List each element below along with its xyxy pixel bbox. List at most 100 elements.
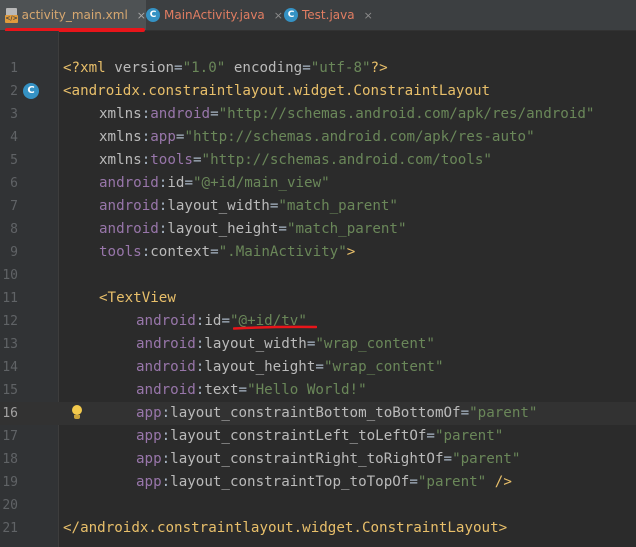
code-line[interactable]: 8 android:layout_height="match_parent" (0, 218, 636, 241)
code-token: xmlns (99, 106, 142, 122)
code-text[interactable]: xmlns:app="http://schemas.android.com/ap… (63, 126, 535, 149)
code-token: <?xml (63, 60, 115, 76)
code-line[interactable]: 2 <androidx.constraintlayout.widget.Const… (0, 80, 636, 103)
code-line[interactable]: 15 android:text="Hello World!" (0, 379, 636, 402)
line-number: 1 (10, 61, 18, 76)
code-token: tools (150, 152, 193, 168)
code-line[interactable]: 9 tools:context=".MainActivity"> (0, 241, 636, 264)
code-token: = (192, 152, 202, 168)
code-token: layout_height (204, 359, 316, 375)
code-text[interactable]: android:layout_height="wrap_content" (63, 356, 444, 379)
line-number: 18 (2, 452, 18, 467)
code-line[interactable]: 4 xmlns:app="http://schemas.android.com/a… (0, 126, 636, 149)
code-line[interactable]: 10 (0, 264, 636, 287)
code-text[interactable]: app:layout_constraintLeft_toLeftOf="pare… (63, 425, 503, 448)
code-token: "@+id/main_view" (192, 175, 330, 191)
lightbulb-icon[interactable] (71, 405, 83, 421)
line-number: 16 (2, 406, 18, 421)
code-text[interactable]: android:layout_width="match_parent" (63, 195, 398, 218)
code-token: android (136, 313, 196, 329)
line-number: 8 (10, 222, 18, 237)
code-text[interactable]: android:text="Hello World!" (63, 379, 367, 402)
code-line[interactable]: 14 android:layout_height="wrap_content" (0, 356, 636, 379)
code-token: text (204, 382, 239, 398)
code-token: </androidx.constraintlayout.widget.Const… (63, 520, 508, 536)
code-token: /> (486, 474, 512, 490)
code-token: android (136, 382, 196, 398)
code-text[interactable]: </androidx.constraintlayout.widget.Const… (63, 517, 507, 540)
tab-test-java[interactable]: C Test.java × (284, 0, 373, 30)
code-token: : (141, 129, 151, 145)
line-number: 2 (10, 84, 18, 99)
code-line[interactable]: 21 </androidx.constraintlayout.widget.Con… (0, 517, 636, 540)
code-token: "match_parent" (278, 198, 398, 214)
tab-activity-main-xml[interactable]: </> activity_main.xml × (0, 0, 146, 30)
code-text[interactable]: android:layout_height="match_parent" (63, 218, 407, 241)
code-text[interactable]: xmlns:android="http://schemas.android.co… (63, 103, 594, 126)
code-text[interactable]: xmlns:tools="http://schemas.android.com/… (63, 149, 492, 172)
line-number: 5 (10, 153, 18, 168)
line-number: 4 (10, 130, 18, 145)
code-text[interactable]: android:layout_width="wrap_content" (63, 333, 435, 356)
code-text[interactable]: tools:context=".MainActivity"> (63, 241, 355, 264)
code-token: = (184, 175, 193, 191)
line-number: 15 (2, 383, 18, 398)
line-number: 14 (2, 360, 18, 375)
code-token: "parent" (417, 474, 487, 490)
code-token: version (114, 60, 175, 76)
close-icon[interactable]: × (364, 9, 373, 22)
code-line[interactable]: 19 app:layout_constraintTop_toTopOf="pare… (0, 471, 636, 494)
code-token: = (278, 221, 287, 237)
code-text[interactable]: <androidx.constraintlayout.widget.Constr… (63, 80, 490, 103)
code-token: "match_parent" (286, 221, 407, 237)
line-number: 13 (2, 337, 18, 352)
code-line[interactable]: 5 xmlns:tools="http://schemas.android.com… (0, 149, 636, 172)
code-text[interactable]: app:layout_constraintRight_toRightOf="pa… (63, 448, 520, 471)
code-token: "utf-8" (310, 60, 371, 76)
code-line[interactable]: 13 android:layout_width="wrap_content" (0, 333, 636, 356)
code-token: = (315, 359, 324, 375)
code-line[interactable]: 18 app:layout_constraintRight_toRightOf="… (0, 448, 636, 471)
code-token: app (150, 129, 176, 145)
code-token: id (167, 175, 185, 191)
code-text[interactable]: <TextView (63, 287, 176, 310)
close-icon[interactable]: × (137, 9, 146, 22)
line-number: 6 (10, 176, 18, 191)
code-text[interactable]: android:id="@+id/main_view" (63, 172, 330, 195)
code-text[interactable]: app:layout_constraintBottom_toBottomOf="… (63, 402, 537, 425)
class-c-icon[interactable]: C (23, 83, 39, 99)
code-token: layout_width (167, 198, 270, 214)
code-line[interactable]: 16 app:layout_constraintBottom_toBottomOf… (0, 402, 636, 425)
code-line[interactable]: 6 android:id="@+id/main_view" (0, 172, 636, 195)
code-token: app (136, 428, 162, 444)
code-line[interactable]: 3 xmlns:android="http://schemas.android.c… (0, 103, 636, 126)
code-token: android (99, 175, 159, 191)
code-token: context (150, 244, 211, 260)
tab-label: Test.java (302, 8, 355, 22)
class-c-icon: C (146, 8, 160, 22)
code-line[interactable]: 20 (0, 494, 636, 517)
code-line[interactable]: 11 <TextView (0, 287, 636, 310)
code-token: "parent" (434, 428, 504, 444)
code-token: xmlns (99, 152, 142, 168)
code-line[interactable]: 7 android:layout_width="match_parent" (0, 195, 636, 218)
code-token: = (302, 60, 311, 76)
xml-file-icon: </> (5, 7, 18, 23)
code-token: app (136, 474, 162, 490)
tab-main-activity-java[interactable]: C MainActivity.java × (146, 0, 283, 30)
line-number: 19 (2, 475, 18, 490)
code-token: "http://schemas.android.com/apk/res/andr… (218, 106, 595, 122)
code-text[interactable]: app:layout_constraintTop_toTopOf="parent… (63, 471, 512, 494)
code-token: = (210, 106, 219, 122)
close-icon[interactable]: × (274, 9, 283, 22)
code-token: > (346, 244, 356, 260)
line-number: 17 (2, 429, 18, 444)
code-token: : (161, 451, 171, 467)
code-line[interactable]: 1 <?xml version="1.0" encoding="utf-8"?> (0, 57, 636, 80)
code-text[interactable]: <?xml version="1.0" encoding="utf-8"?> (63, 57, 388, 80)
code-line[interactable]: 17 app:layout_constraintLeft_toLeftOf="pa… (0, 425, 636, 448)
code-token: tools (99, 244, 142, 260)
code-token: : (141, 106, 151, 122)
line-number: 20 (2, 498, 18, 513)
code-line[interactable]: 12 android:id="@+id/tv" (0, 310, 636, 333)
